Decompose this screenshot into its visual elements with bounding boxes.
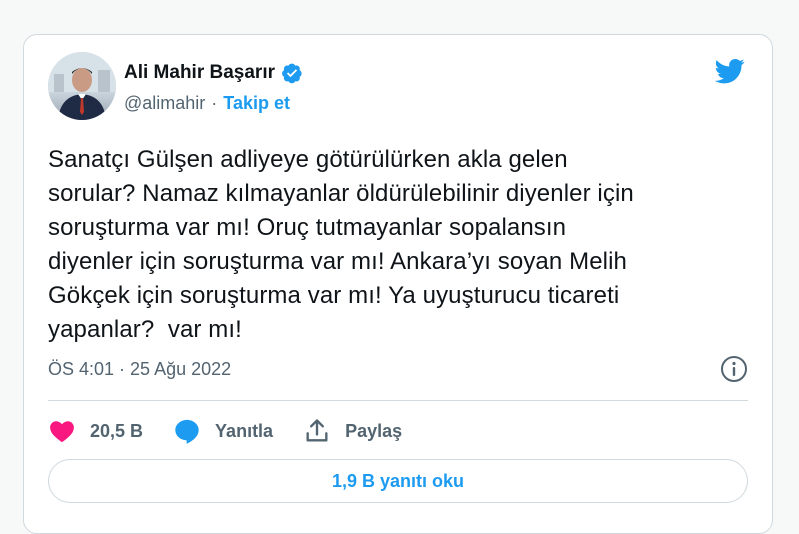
tweet-text: Sanatçı Gülşen adliyeye götürülürken akl… [48, 146, 634, 343]
like-count: 20,5 B [90, 420, 144, 441]
share-label: Paylaş [345, 420, 403, 441]
author-name[interactable]: Ali Mahir Başarır [124, 62, 275, 84]
handle-row: @alimahir · Takip et [124, 93, 290, 114]
read-replies-button[interactable]: 1,9 B yanıtı oku [48, 459, 748, 503]
info-icon[interactable] [720, 355, 748, 383]
separator-dot: · [211, 93, 218, 113]
tweet-timestamp[interactable]: ÖS 4:01 · 25 Ağu 2022 [48, 359, 231, 380]
action-bar: 20,5 B Yanıtla Paylaş [48, 415, 432, 447]
divider [48, 400, 748, 401]
verified-badge-icon [282, 63, 302, 84]
reply-label: Yanıtla [215, 420, 274, 441]
author-handle[interactable]: @alimahir [124, 93, 205, 114]
speech-bubble-icon [175, 419, 199, 444]
share-icon [306, 419, 328, 442]
avatar[interactable] [48, 52, 116, 120]
author-name-row: Ali Mahir Başarır [124, 62, 303, 84]
reply-button[interactable]: Yanıtla [173, 417, 273, 445]
like-button[interactable]: 20,5 B [48, 417, 143, 445]
heart-icon [50, 421, 74, 443]
follow-button[interactable]: Takip et [223, 93, 290, 114]
share-button[interactable]: Paylaş [303, 417, 402, 445]
twitter-bird-icon[interactable] [712, 56, 748, 86]
tweet-card: Ali Mahir Başarır @alimahir · Takip et S… [23, 34, 773, 534]
